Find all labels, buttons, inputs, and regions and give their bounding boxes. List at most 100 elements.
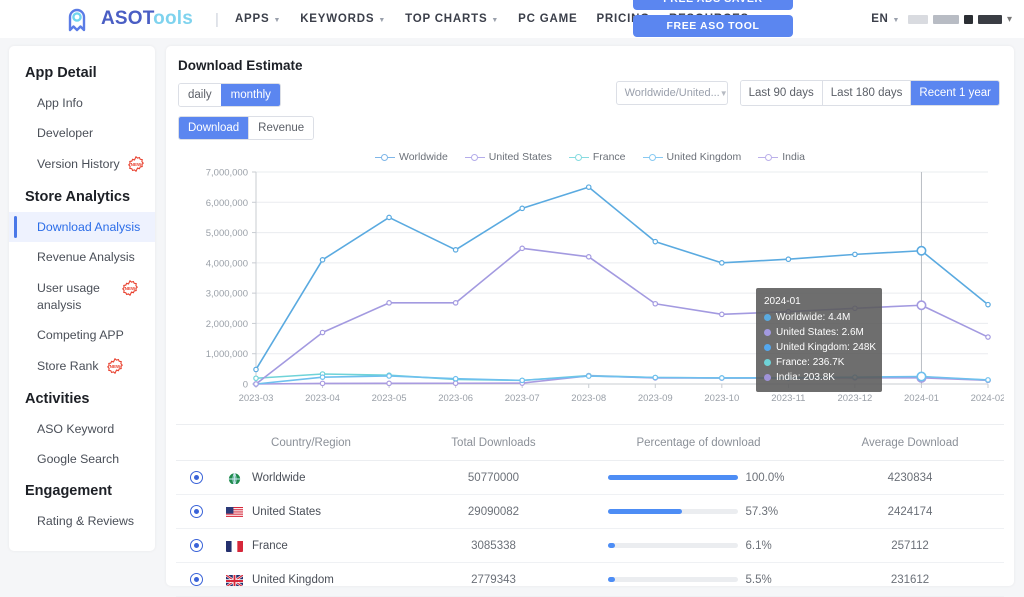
chevron-down-icon: ▼ [892, 17, 900, 24]
svg-text:5,000,000: 5,000,000 [206, 228, 248, 239]
metric-download-button[interactable]: Download [179, 117, 248, 139]
sidebar-item-download-analysis[interactable]: Download Analysis [9, 212, 155, 242]
sidebar-item-developer[interactable]: Developer [9, 118, 155, 148]
chevron-down-icon: ▼ [720, 89, 728, 98]
sidebar-item-label: Competing APP [37, 328, 124, 342]
radio-button-icon[interactable] [190, 505, 203, 518]
radio-button-icon[interactable] [190, 573, 203, 586]
sidebar-item-label: Rating & Reviews [37, 514, 134, 528]
nav-item-top-charts-label: TOP CHARTS [405, 13, 487, 25]
language-selector[interactable]: EN ▼ [871, 13, 900, 25]
metric-revenue-button[interactable]: Revenue [248, 117, 313, 139]
row-country-label: France [252, 540, 288, 552]
brand-logo[interactable]: ASOTools [62, 4, 193, 34]
sidebar-item-store-rank[interactable]: Store Rank NEW [9, 350, 155, 382]
user-account-menu[interactable]: ▾ [908, 14, 1012, 25]
percentage-bar [608, 509, 738, 514]
chart-controls: Worldwide/United... ▼ Last 90 days Last … [616, 80, 1000, 106]
sidebar: App Detail App Info Developer Version Hi… [9, 46, 155, 551]
metric-toggle: Download Revenue [178, 116, 314, 140]
row-percentage-label: 6.1% [746, 540, 790, 552]
brand-name-part1: ASOT [101, 8, 153, 29]
tooltip-row: United States: 2.6M [764, 325, 874, 340]
free-aso-tool-button[interactable]: FREE ASO TOOL [633, 15, 793, 37]
svg-text:6,000,000: 6,000,000 [206, 198, 248, 209]
nav-item-keywords[interactable]: KEYWORDS ▼ [300, 13, 386, 25]
sidebar-item-revenue-analysis[interactable]: Revenue Analysis [9, 242, 155, 272]
row-select-cell [176, 573, 216, 586]
radio-button-icon[interactable] [190, 471, 203, 484]
sidebar-item-label: Revenue Analysis [37, 250, 135, 264]
sidebar-item-app-info[interactable]: App Info [9, 88, 155, 118]
legend-marker-icon [375, 153, 395, 162]
granularity-daily-button[interactable]: daily [179, 84, 221, 106]
sidebar-item-label: App Info [37, 96, 83, 110]
svg-text:2023-10: 2023-10 [704, 393, 739, 404]
tooltip-row: United Kingdom: 248K [764, 340, 874, 355]
table-header-average-download: Average Download [816, 437, 1004, 449]
brand-name: ASOTools [101, 8, 193, 30]
row-percentage-label: 5.5% [746, 574, 790, 586]
row-country-label: Worldwide [252, 472, 305, 484]
sidebar-item-user-usage-analysis[interactable]: User usage NEW [9, 272, 155, 296]
redacted-text-block [908, 15, 928, 24]
sidebar-group-store-analytics: Store Analytics [9, 180, 155, 212]
sidebar-item-rating-reviews[interactable]: Rating & Reviews [9, 506, 155, 536]
row-total-downloads: 3085338 [406, 540, 581, 552]
row-percentage-cell: 100.0% [581, 472, 816, 484]
sidebar-item-aso-keyword[interactable]: ASO Keyword [9, 414, 155, 444]
tooltip-title: 2024-01 [764, 294, 874, 309]
table-header-total-downloads: Total Downloads [406, 437, 581, 449]
row-total-downloads: 29090082 [406, 506, 581, 518]
sidebar-item-user-usage-analysis-line2[interactable]: analysis [9, 296, 155, 320]
range-recent-1-year-button[interactable]: Recent 1 year [910, 81, 999, 105]
download-line-chart: Worldwide United States France United Ki… [176, 148, 1004, 410]
sidebar-item-version-history[interactable]: Version History NEW [9, 148, 155, 180]
table-row[interactable]: United States 29090082 57.3% 2424174 [176, 495, 1004, 529]
range-last-180-days-button[interactable]: Last 180 days [822, 81, 911, 105]
percentage-bar [608, 543, 738, 548]
table-row[interactable]: Worldwide 50770000 100.0% 4230834 [176, 461, 1004, 495]
free-ads-saver-button[interactable]: FREE ADS SAVER [633, 0, 793, 10]
table-row[interactable]: France 3085338 6.1% 257112 [176, 529, 1004, 563]
nav-item-pc-game[interactable]: PC GAME [518, 13, 577, 25]
tooltip-series-dot-icon [764, 344, 771, 351]
svg-text:2023-07: 2023-07 [505, 393, 540, 404]
granularity-monthly-button[interactable]: monthly [221, 84, 280, 106]
svg-text:2023-03: 2023-03 [239, 393, 274, 404]
chevron-down-icon: ▼ [273, 17, 281, 24]
tooltip-row: India: 203.8K [764, 370, 874, 385]
chart-legend: Worldwide United States France United Ki… [176, 148, 1004, 166]
nav-item-top-charts[interactable]: TOP CHARTS ▼ [405, 13, 499, 25]
radio-button-icon[interactable] [190, 539, 203, 552]
table-header-row: Country/Region Total Downloads Percentag… [176, 425, 1004, 461]
tooltip-row-text: United Kingdom: 248K [776, 340, 876, 355]
tooltip-series-dot-icon [764, 329, 771, 336]
sidebar-item-label: Download Analysis [37, 220, 140, 234]
sidebar-item-competing-app[interactable]: Competing APP [9, 320, 155, 350]
nav-item-apps[interactable]: APPS ▼ [235, 13, 281, 25]
svg-text:NEW: NEW [125, 286, 136, 291]
row-percentage-label: 100.0% [746, 472, 790, 484]
redacted-text-block [933, 15, 959, 24]
legend-item-united-states[interactable]: United States [465, 151, 552, 163]
svg-text:2023-08: 2023-08 [571, 393, 606, 404]
chevron-down-icon: ▼ [491, 17, 499, 24]
legend-item-united-kingdom[interactable]: United Kingdom [643, 151, 742, 163]
country-select[interactable]: Worldwide/United... ▼ [616, 81, 728, 105]
row-country-label: United States [252, 506, 321, 518]
svg-text:3,000,000: 3,000,000 [206, 289, 248, 300]
redacted-text-block [978, 15, 1002, 24]
chevron-down-icon: ▾ [1007, 14, 1012, 25]
row-percentage-label: 57.3% [746, 506, 790, 518]
legend-item-france[interactable]: France [569, 151, 626, 163]
granularity-toggle: daily monthly [178, 83, 281, 107]
new-badge-icon: NEW [128, 156, 144, 172]
sidebar-item-google-search[interactable]: Google Search [9, 444, 155, 474]
legend-item-india[interactable]: India [758, 151, 805, 163]
svg-text:2023-09: 2023-09 [638, 393, 673, 404]
svg-text:2023-11: 2023-11 [771, 393, 805, 404]
table-row[interactable]: United Kingdom 2779343 5.5% 231612 [176, 563, 1004, 597]
legend-item-worldwide[interactable]: Worldwide [375, 151, 448, 163]
range-last-90-days-button[interactable]: Last 90 days [741, 81, 822, 105]
